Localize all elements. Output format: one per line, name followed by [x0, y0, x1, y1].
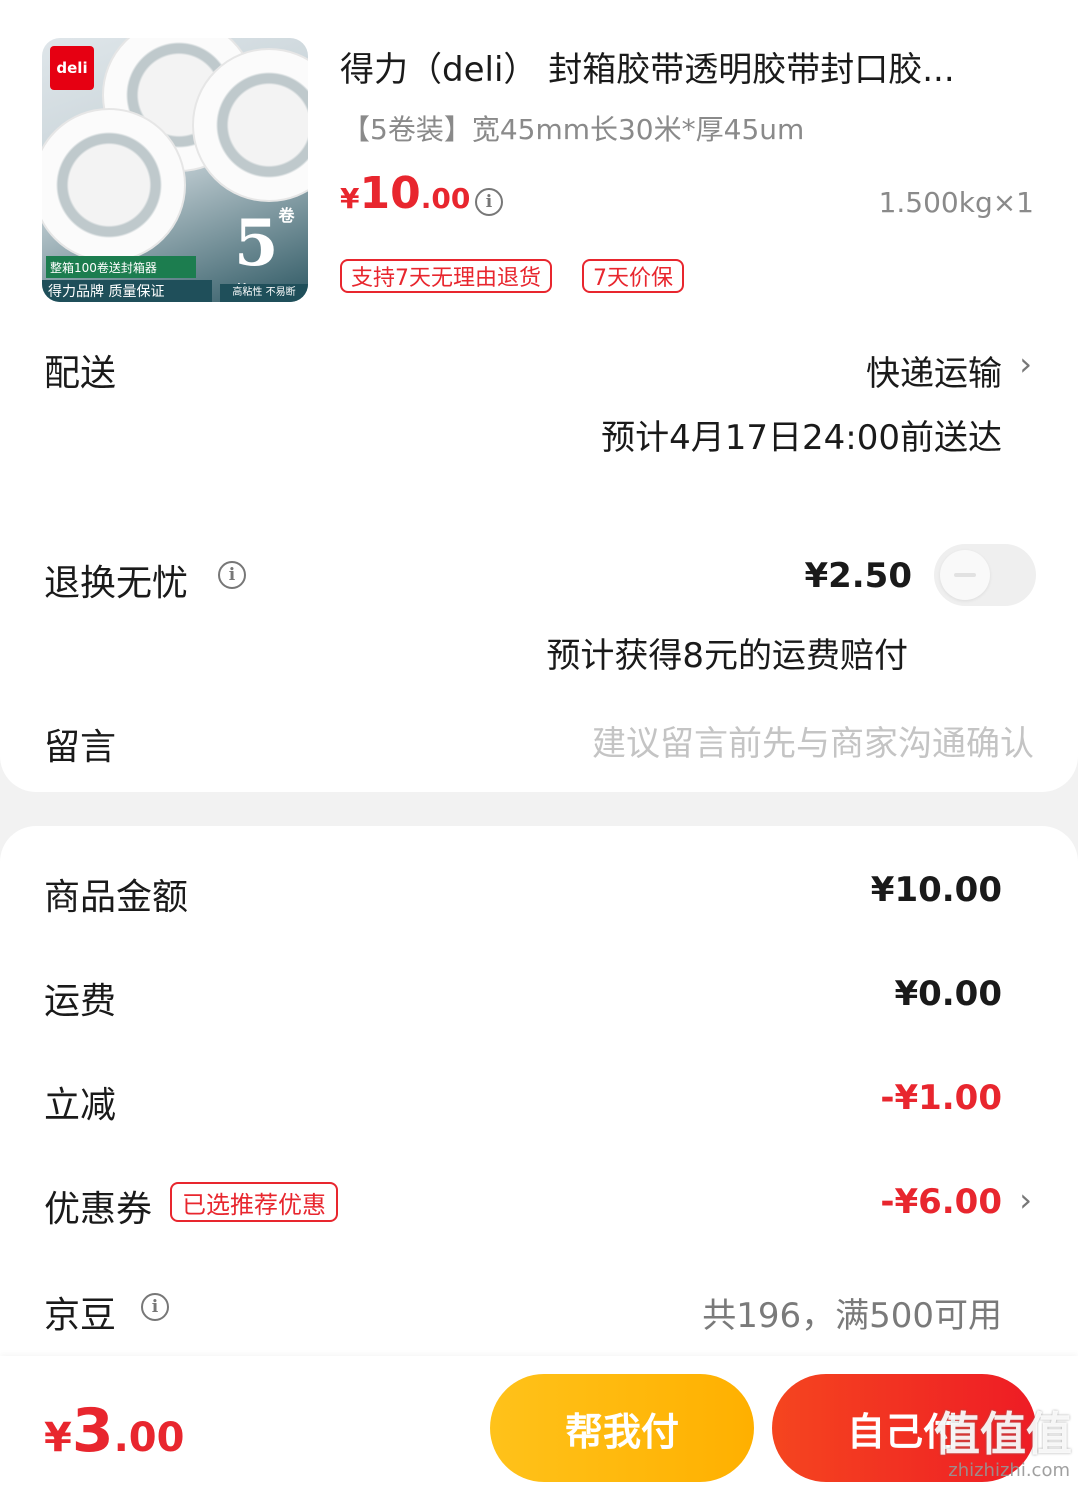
image-tag: 高粘性 不易断: [220, 284, 308, 302]
jingdou-value: 共196，满500可用: [702, 1296, 1002, 1336]
product-title[interactable]: 得力（deli） 封箱胶带透明胶带封口胶...: [340, 42, 1030, 91]
coupon-value[interactable]: -¥6.00: [880, 1182, 1002, 1222]
weight-quantity: 1.500kg×1: [878, 186, 1034, 219]
goods-amount-label: 商品金额: [44, 877, 189, 918]
tape-roll-image: [42, 108, 186, 262]
discount-label: 立减: [44, 1085, 117, 1126]
shipping-label: 运费: [44, 981, 117, 1022]
delivery-estimate: 预计4月17日24:00前送达: [601, 418, 1002, 458]
return-policy-badge: 支持7天无理由退货: [340, 259, 552, 293]
help-pay-button[interactable]: 帮我付: [490, 1374, 754, 1482]
product-spec: 【5卷装】宽45mm长30米*厚45um: [342, 113, 805, 146]
watermark: 值值值: [934, 1407, 1072, 1461]
chevron-right-icon[interactable]: ›: [1019, 1184, 1032, 1216]
return-insurance-label: 退换无忧: [44, 563, 189, 604]
message-label: 留言: [44, 727, 117, 768]
jingdou-info-icon[interactable]: i: [141, 1293, 169, 1321]
product-price: ¥10.00: [340, 168, 471, 219]
return-insurance-toggle[interactable]: [934, 544, 1036, 606]
discount-value: -¥1.00: [880, 1078, 1002, 1118]
total-price: ¥3.00: [44, 1396, 185, 1466]
image-banner-bottom: 得力品牌 质量保证: [42, 280, 212, 302]
coupon-recommended-tag: 已选推荐优惠: [170, 1182, 338, 1222]
price-protect-badge: 7天价保: [582, 259, 684, 293]
message-input[interactable]: 建议留言前先与商家沟通确认: [592, 716, 1034, 765]
shipping-value: ¥0.00: [894, 974, 1002, 1014]
watermark-url: zhizhizhi.com: [948, 1460, 1070, 1481]
delivery-label: 配送: [44, 353, 117, 394]
coupon-label: 优惠券: [44, 1189, 153, 1230]
image-banner-top: 整箱100卷送封箱器: [46, 256, 196, 278]
brand-logo: deli: [50, 46, 94, 90]
return-insurance-info-icon[interactable]: i: [218, 561, 246, 589]
product-image[interactable]: deli 5卷装 整箱100卷送封箱器 得力品牌 质量保证 高粘性 不易断: [42, 38, 308, 302]
return-insurance-note: 预计获得8元的运费赔付: [546, 636, 908, 676]
chevron-right-icon[interactable]: ›: [1019, 348, 1032, 380]
price-info-icon[interactable]: i: [475, 188, 503, 216]
pack-count-graphic: 5卷装: [234, 206, 295, 301]
delivery-method[interactable]: 快递运输: [866, 346, 1002, 395]
toggle-knob: [940, 550, 990, 600]
return-insurance-price: ¥2.50: [804, 556, 912, 596]
goods-amount-value: ¥10.00: [870, 870, 1002, 910]
jingdou-label: 京豆: [44, 1295, 117, 1336]
